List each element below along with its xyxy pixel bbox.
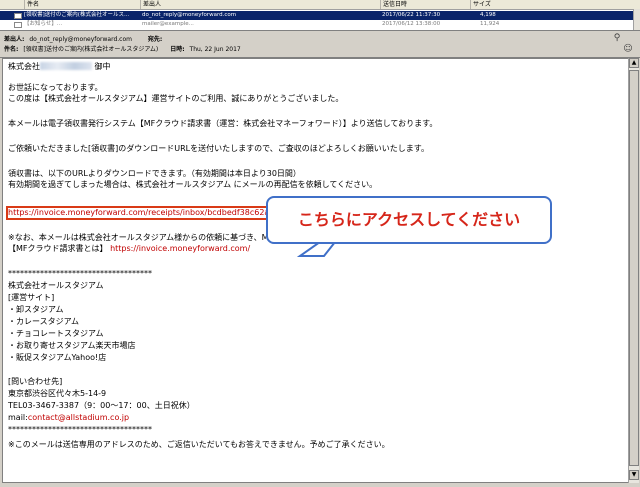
row-date: 2017/06/12 13:38:00	[382, 21, 441, 27]
column-subject[interactable]: 件名	[24, 0, 127, 9]
scroll-thumb[interactable]	[629, 70, 639, 466]
row-size: 11,924	[480, 21, 500, 27]
download-line: 領収書は、以下のURLよりダウンロードできます。（有効期間は本日より30日間）	[8, 169, 301, 178]
mail-label: mail:	[8, 413, 28, 422]
message-list: 件名 差出人 送信日時 サイズ [領収書]送付のご案内(株式会社オールス... …	[0, 0, 640, 31]
mail-line: mail:contact@allstadium.co.jp	[8, 413, 129, 423]
person-icon[interactable]: ☺	[623, 44, 633, 54]
mf-url-link[interactable]: https://invoice.moneyforward.com/	[110, 244, 250, 253]
greeting: お世話になっております。	[8, 83, 103, 92]
addressee: 株式会社 御中	[8, 62, 111, 72]
row-sender: mailer@example...	[142, 21, 194, 27]
row-sender: do_not_reply@moneyforward.com	[142, 12, 237, 18]
sig-site: ・卸スタジアム	[8, 305, 64, 314]
row-date: 2017/06/22 11:37:30	[382, 12, 441, 18]
row-subject: 【お知らせ】...	[24, 21, 63, 27]
from-line: 差出人: do_not_reply@moneyforward.com 宛先:	[4, 34, 165, 43]
sig-site: ・カレースタジアム	[8, 317, 80, 326]
column-sender[interactable]: 差出人	[140, 0, 323, 9]
message-header: 差出人: do_not_reply@moneyforward.com 宛先: 件…	[0, 31, 640, 58]
request-line: ご依頼いただきました[領収書]のダウンロードURLを送付いたしますので、ご査収の…	[8, 144, 429, 153]
addressee-prefix: 株式会社	[8, 62, 40, 71]
redacted-company-name	[40, 62, 92, 70]
expiry-line: 有効期間を過ぎてしまった場合は、株式会社オールスタジアム にメールの再配信を依頼…	[8, 180, 378, 189]
from-label: 差出人:	[4, 36, 25, 43]
sig-site: ・チョコレートスタジアム	[8, 329, 104, 338]
subject-label: 件名:	[4, 46, 19, 53]
list-scrollbar[interactable]	[633, 9, 640, 30]
mf-about-line: 【MFクラウド請求書とは】 https://invoice.moneyforwa…	[8, 244, 250, 254]
contact-label: [問い合わせ先]	[8, 377, 63, 386]
sig-site: ・販促スタジアムYahoo!店	[8, 353, 107, 362]
thanks-line: この度は【株式会社オールスタジアム】運営サイトのご利用、誠にありがとうございまし…	[8, 94, 344, 103]
footer-note: ※このメールは送信専用のアドレスのため、ご返信いただいてもお答えできません。予め…	[8, 440, 390, 449]
scroll-down-arrow-icon[interactable]: ▼	[629, 470, 639, 480]
message-list-header: 件名 差出人 送信日時 サイズ	[0, 0, 640, 10]
system-line: 本メールは電子領収書発行システム【MFクラウド請求書（運営：株式会社マネーフォワ…	[8, 119, 438, 128]
access-callout: こちらにアクセスしてください	[266, 196, 552, 244]
contacts-icon[interactable]: ⚲	[612, 33, 622, 43]
subject-value: [領収書]送付のご案内(株式会社オールスタジアム)	[23, 46, 159, 53]
mf-about-label: 【MFクラウド請求書とは】	[8, 244, 108, 253]
separator: ************************************	[8, 425, 152, 434]
separator: ************************************	[8, 269, 152, 278]
message-body: 株式会社 御中 お世話になっております。 この度は【株式会社オールスタジアム】運…	[2, 58, 629, 483]
to-label: 宛先:	[147, 36, 163, 43]
sig-ops-label: [運営サイト]	[8, 293, 55, 302]
column-size[interactable]: サイズ	[470, 0, 513, 9]
column-date[interactable]: 送信日時	[380, 0, 463, 9]
message-row[interactable]: 【お知らせ】... mailer@example... 2017/06/12 1…	[0, 20, 634, 29]
sig-site: ・お取り寄せスタジアム楽天市場店	[8, 341, 136, 350]
date-value: Thu, 22 Jun 2017	[189, 46, 241, 53]
sig-company: 株式会社オールスタジアム	[8, 281, 104, 290]
addressee-suffix: 御中	[94, 62, 111, 71]
message-row-selected[interactable]: [領収書]送付のご案内(株式会社オールス... do_not_reply@mon…	[0, 11, 634, 20]
mail-link[interactable]: contact@allstadium.co.jp	[28, 413, 129, 422]
row-size: 4,198	[480, 12, 496, 18]
subject-line: 件名: [領収書]送付のご案内(株式会社オールスタジアム) 日時: Thu, 2…	[4, 44, 241, 53]
scroll-up-arrow-icon[interactable]: ▲	[629, 58, 639, 68]
address: 東京都渋谷区代々木5-14-9	[8, 389, 107, 398]
from-value[interactable]: do_not_reply@moneyforward.com	[29, 36, 132, 43]
row-subject: [領収書]送付のご案内(株式会社オールス...	[24, 12, 130, 18]
date-label: 日時:	[170, 46, 185, 53]
telephone: TEL03-3467-3387（9：00～17：00、土日祝休）	[8, 401, 195, 410]
body-scrollbar[interactable]: ▲ ▼	[628, 58, 639, 483]
